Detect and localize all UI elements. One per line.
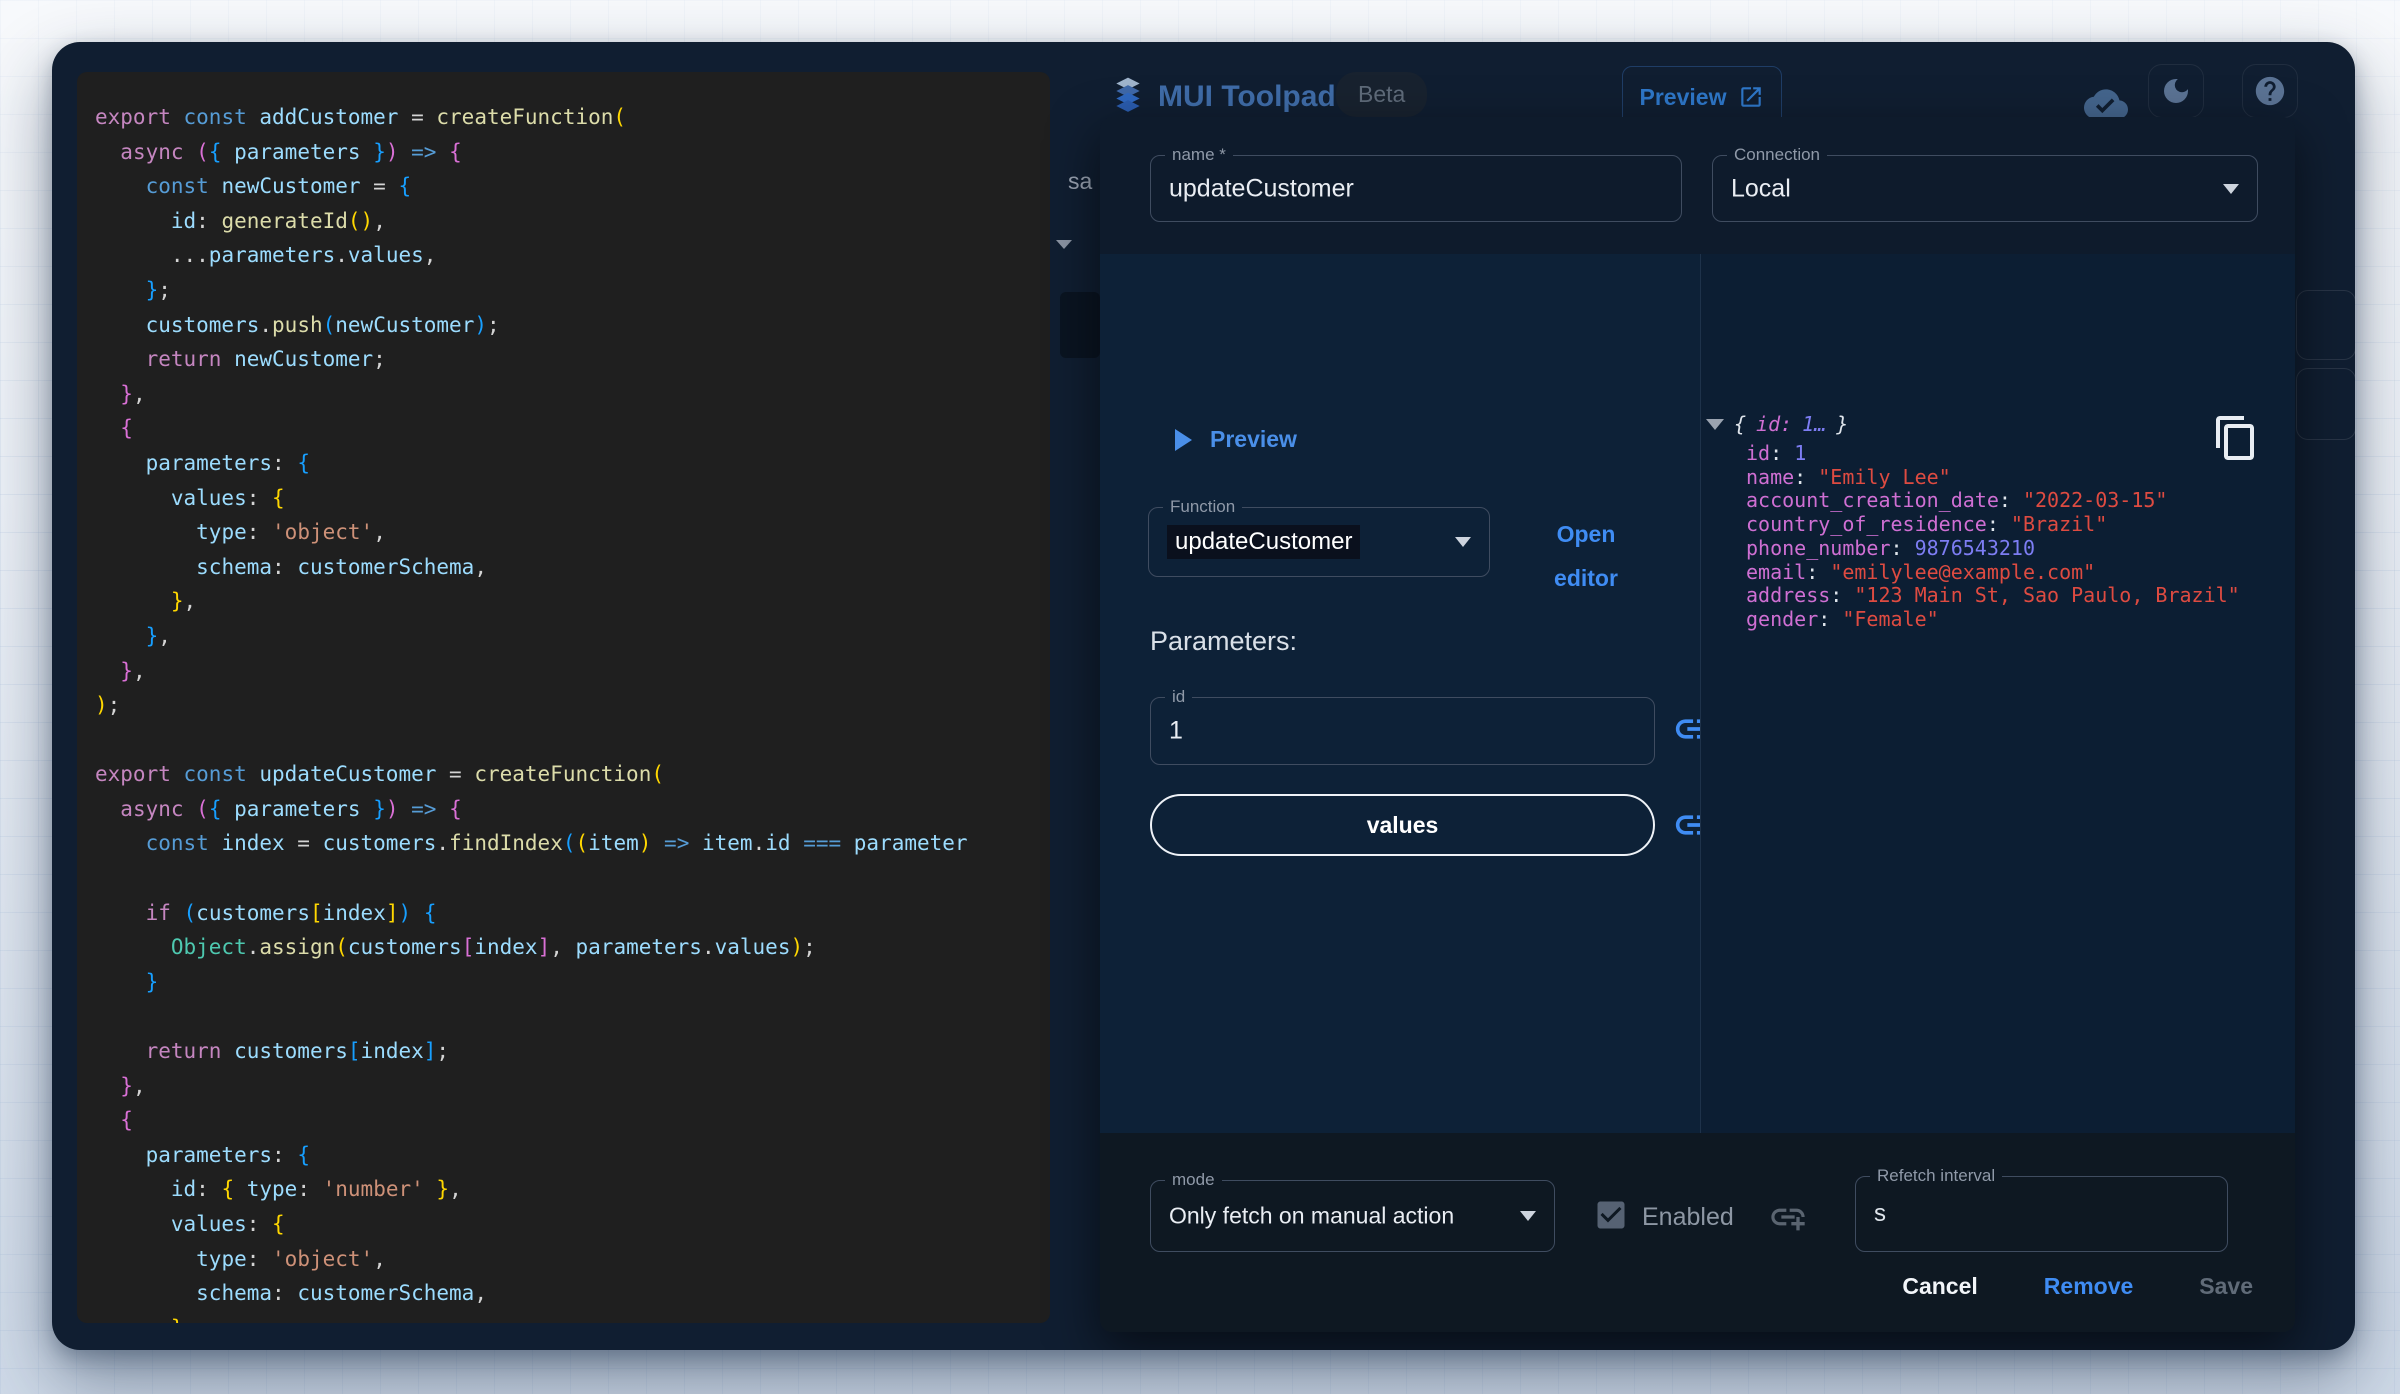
param-values-button[interactable]: values — [1150, 794, 1655, 856]
result-root-preview[interactable]: { id: 1…} — [1706, 412, 1848, 436]
mode-select-label: mode — [1165, 1170, 1222, 1190]
help-button[interactable] — [2242, 64, 2298, 118]
parameters-heading: Parameters: — [1150, 626, 1298, 656]
mode-select-value: Only fetch on manual action — [1169, 1202, 1455, 1229]
result-root-value: 1… — [1802, 412, 1827, 436]
dialog-header-section: name * updateCustomer Connection Local — [1100, 117, 2295, 254]
refetch-interval-label: Refetch interval — [1870, 1166, 2003, 1186]
app-preview-label: Preview — [1639, 83, 1727, 110]
dialog-actions: Cancel Remove Save — [1902, 1273, 2253, 1300]
occluded-field-outline — [2296, 368, 2355, 440]
chevron-down-icon[interactable] — [1056, 240, 1072, 249]
code-content[interactable]: export const addCustomer = createFunctio… — [95, 100, 1050, 1323]
occluded-panel-text: sa — [1068, 168, 1093, 194]
moon-icon — [2164, 79, 2188, 103]
code-editor[interactable]: export const addCustomer = createFunctio… — [77, 72, 1050, 1323]
enabled-checkbox-label: Enabled — [1642, 1203, 1734, 1231]
occluded-field-outline — [2296, 290, 2355, 360]
preview-expander[interactable]: Preview — [1175, 426, 1297, 453]
query-config-panel: Preview Function updateCustomer Open edi… — [1100, 254, 1715, 1133]
function-select-label: Function — [1163, 497, 1243, 517]
app-window: export const addCustomer = createFunctio… — [52, 42, 2355, 1350]
chevron-down-icon — [1455, 537, 1471, 547]
result-root-close: } — [1836, 412, 1849, 436]
beta-badge: Beta — [1336, 72, 1428, 117]
enabled-checkbox[interactable] — [1593, 1197, 1629, 1233]
expander-triangle-icon — [1706, 418, 1724, 430]
mode-select[interactable]: mode Only fetch on manual action — [1150, 1170, 1555, 1252]
chevron-down-icon — [1520, 1211, 1536, 1221]
result-root-open: { — [1734, 412, 1747, 436]
preview-expander-label: Preview — [1210, 426, 1297, 452]
save-button[interactable]: Save — [2199, 1273, 2253, 1300]
query-editor-dialog: name * updateCustomer Connection Local P… — [1100, 117, 2295, 1332]
cancel-button[interactable]: Cancel — [1902, 1273, 1977, 1300]
open-in-new-icon — [1741, 87, 1762, 107]
param-id-input[interactable]: id 1 — [1150, 687, 1655, 765]
occluded-panel-block — [1060, 292, 1100, 358]
param-id-label: id — [1165, 687, 1193, 707]
copy-icon[interactable] — [2212, 414, 2260, 462]
result-panel — [1700, 254, 2295, 1133]
dark-mode-toggle-button[interactable] — [2148, 64, 2204, 118]
chevron-down-icon — [2223, 183, 2239, 194]
function-select-value: updateCustomer — [1167, 525, 1361, 559]
open-editor-button[interactable]: Open editor — [1530, 512, 1642, 600]
connection-select-label: Connection — [1727, 145, 1828, 165]
refetch-interval-input[interactable]: Refetch interval s — [1855, 1166, 2228, 1252]
result-entries: id: 1 name: "Emily Lee" account_creation_d… — [1746, 441, 2240, 631]
page: export const addCustomer = createFunctio… — [0, 0, 2400, 1394]
param-id-value: 1 — [1169, 716, 1183, 745]
toolpad-logo-icon — [1116, 77, 1140, 112]
connection-select-value: Local — [1731, 174, 1791, 202]
refetch-interval-value: s — [1874, 1200, 1886, 1227]
dialog-body-section: Preview Function updateCustomer Open edi… — [1100, 254, 2295, 1133]
connection-select[interactable]: Connection Local — [1712, 145, 2258, 222]
play-icon — [1175, 428, 1192, 451]
remove-button[interactable]: Remove — [2044, 1273, 2133, 1300]
add-binding-link-icon[interactable] — [1768, 1197, 1808, 1237]
function-select[interactable]: Function updateCustomer — [1148, 497, 1490, 577]
result-root-key: id: — [1756, 412, 1793, 436]
app-title: MUI Toolpad — [1158, 80, 1336, 113]
name-input[interactable]: name * updateCustomer — [1150, 145, 1682, 222]
name-input-value: updateCustomer — [1169, 174, 1354, 202]
name-input-label: name * — [1165, 145, 1233, 165]
help-icon — [2255, 76, 2285, 106]
